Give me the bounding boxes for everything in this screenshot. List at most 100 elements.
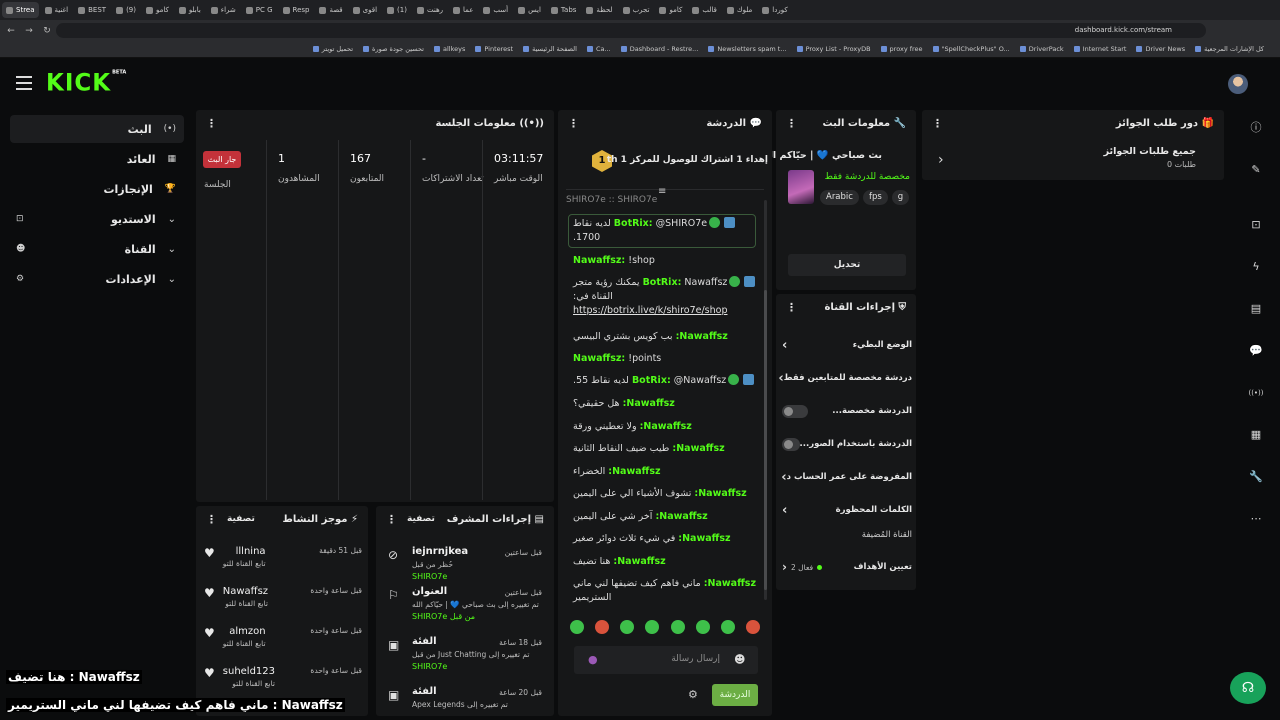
chat-username[interactable]: Nawaffsz: <box>676 331 728 342</box>
send-chat-button[interactable]: الدردشة <box>712 684 758 706</box>
browser-tab[interactable]: ملوك <box>723 2 756 18</box>
browser-tab[interactable]: شراء <box>207 2 240 18</box>
chat-username[interactable]: BotRix: <box>643 277 682 288</box>
document-icon[interactable]: ▤ <box>1246 299 1266 319</box>
browser-tab[interactable]: Resp <box>279 2 314 18</box>
bookmark-item[interactable]: Pinterest <box>475 45 513 53</box>
browser-tab[interactable]: اغنية <box>41 2 73 18</box>
emote-icon[interactable] <box>745 620 760 634</box>
more-icon[interactable]: ⋮ <box>568 117 579 130</box>
bookmark-item[interactable]: Ca... <box>586 45 611 53</box>
bookmark-item[interactable]: تحميل تويتر <box>312 45 353 53</box>
chat-username[interactable]: Nawaffsz: <box>623 398 675 409</box>
browser-tab[interactable]: Strea <box>2 2 39 18</box>
reload-icon[interactable]: ↻ <box>40 24 54 38</box>
bookmark-item[interactable]: Internet Start <box>1073 45 1126 53</box>
browser-tab[interactable]: تجرب <box>619 2 654 18</box>
rewards-all-requests[interactable]: جميع طلبات الجوائز طلبات 0 <box>922 146 1212 176</box>
bookmark-item[interactable]: DriverPack <box>1019 45 1064 53</box>
more-icon[interactable]: ⋯ <box>1246 509 1266 529</box>
chat-username[interactable]: BotRix: <box>632 375 671 386</box>
browser-tab[interactable]: أسب <box>479 2 512 18</box>
chat-username[interactable]: Nawaffsz: <box>694 488 746 499</box>
emote-icon[interactable] <box>620 620 635 634</box>
back-icon[interactable]: ← <box>4 24 18 38</box>
menu-icon[interactable] <box>16 76 32 90</box>
sidebar-item-stream[interactable]: (•) البث <box>10 115 184 143</box>
browser-tab[interactable]: (9) <box>112 2 140 18</box>
channel-action-row[interactable]: دردشة مخصصة للمتابعين فقط › <box>778 364 912 392</box>
chat-icon[interactable]: 💬 <box>1246 341 1266 361</box>
stream-tag[interactable]: g <box>891 190 910 205</box>
browser-tab[interactable]: قصة <box>315 2 346 18</box>
chat-input[interactable]: ☻ إرسال رسالة ● <box>574 646 758 674</box>
sidebar-item-revenue[interactable]: ▦ العائد <box>10 145 184 173</box>
channel-action-row[interactable]: الوضع البطيء › <box>782 331 912 359</box>
more-icon[interactable]: ⋮ <box>932 117 943 130</box>
chat-username[interactable]: Nawaffsz: <box>608 466 660 477</box>
browser-tab[interactable]: كامو <box>655 2 686 18</box>
chat-username[interactable]: Nawaffsz: <box>613 556 665 567</box>
forward-icon[interactable]: → <box>22 24 36 38</box>
more-icon[interactable]: ⋮ <box>206 117 217 130</box>
channel-action-row[interactable]: الدردشة مخصصة... <box>782 397 912 425</box>
browser-tab[interactable]: قالب <box>688 2 721 18</box>
browser-tab[interactable]: اقوى <box>349 2 381 18</box>
bookmark-item[interactable]: Newsletters spam t... <box>708 45 787 53</box>
activity-filter-button[interactable]: تصفية <box>227 514 255 524</box>
bookmark-item[interactable]: Proxy List - ProxyDB <box>796 45 871 53</box>
emote-icon[interactable] <box>645 620 660 634</box>
emote-icon[interactable] <box>595 620 610 634</box>
bookmark-item[interactable]: Dashboard - Restre... <box>620 45 698 53</box>
emote-icon[interactable] <box>720 620 735 634</box>
pencil-icon[interactable]: ✎ <box>1246 160 1266 180</box>
chat-username[interactable]: BotRix: <box>614 218 653 229</box>
chat-username[interactable]: Nawaffsz: <box>655 511 707 522</box>
gear-icon[interactable]: ⚙ <box>688 688 698 701</box>
bookmark-item[interactable]: كل الإشارات المرجعية <box>1195 45 1264 53</box>
browser-tab[interactable]: بابلو <box>175 2 205 18</box>
browser-tab[interactable]: BEST <box>74 2 110 18</box>
emote-icon[interactable] <box>570 620 584 634</box>
browser-tab[interactable]: كوردا <box>758 2 791 18</box>
chat-username[interactable]: Nawaffsz: <box>704 578 756 589</box>
bookmark-item[interactable]: proxy free <box>880 45 923 53</box>
browser-tab[interactable]: PC G <box>242 2 277 18</box>
broadcast-icon[interactable]: ((•)) <box>1246 383 1266 403</box>
emoji-icon[interactable]: ☻ <box>734 653 745 666</box>
bookmark-item[interactable]: "SpellCheckPlus" O... <box>932 45 1010 53</box>
bolt-icon[interactable]: ϟ <box>1246 257 1266 277</box>
more-icon[interactable]: ⋮ <box>206 513 217 526</box>
stream-tag[interactable]: fps <box>862 190 888 205</box>
set-goals-row[interactable]: تعيين الأهداف › فعال 2 <box>782 553 912 581</box>
stream-tag[interactable]: Arabic <box>820 190 859 205</box>
info-icon[interactable]: ⓘ <box>1246 118 1266 138</box>
browser-tab[interactable]: Tabs <box>547 2 581 18</box>
more-icon[interactable]: ⋮ <box>786 117 797 130</box>
bookmark-item[interactable]: Driver News <box>1136 45 1185 53</box>
sidebar-item-achievements[interactable]: 🏆 الإنجازات <box>10 175 184 203</box>
channel-action-row[interactable]: الدردشة باستخدام الصور... <box>782 430 912 458</box>
mod-filter-button[interactable]: تصفية <box>407 514 435 524</box>
channel-action-row[interactable]: الكلمات المحظورة › <box>782 496 912 524</box>
chat-username[interactable]: Nawaffsz: <box>678 533 730 544</box>
focus-icon[interactable]: ⊡ <box>1246 215 1266 235</box>
address-bar[interactable]: dashboard.kick.com/stream <box>56 23 1206 38</box>
sidebar-item-channel[interactable]: ⌄ القناة ☻ <box>10 235 184 263</box>
emote-icon[interactable] <box>670 620 685 634</box>
support-headset-icon[interactable]: ☊ <box>1230 672 1266 704</box>
microphone-icon[interactable]: ● <box>588 653 598 666</box>
browser-tab[interactable]: (1) <box>383 2 411 18</box>
chat-link[interactable]: https://botrix.live/k/shiro7e/shop <box>573 304 763 318</box>
kick-logo[interactable]: KICKBETA <box>46 69 126 96</box>
chat-username[interactable]: Nawaffsz: <box>640 421 692 432</box>
bookmark-item[interactable]: تحسين جودة صورة <box>363 45 424 53</box>
chat-scrollbar[interactable] <box>764 200 767 600</box>
bookmark-item[interactable]: allkeys <box>434 45 465 53</box>
sidebar-item-settings[interactable]: ⌄ الإعدادات ⚙ <box>10 265 184 293</box>
channel-action-row[interactable]: المفروضة على عمر الحساب د › <box>781 463 912 491</box>
category-link[interactable]: مخصصة للدردشة فقط <box>818 172 910 182</box>
more-icon[interactable]: ⋮ <box>386 513 397 526</box>
browser-tab[interactable]: رهنت <box>413 2 447 18</box>
toggle-switch[interactable] <box>782 404 808 418</box>
